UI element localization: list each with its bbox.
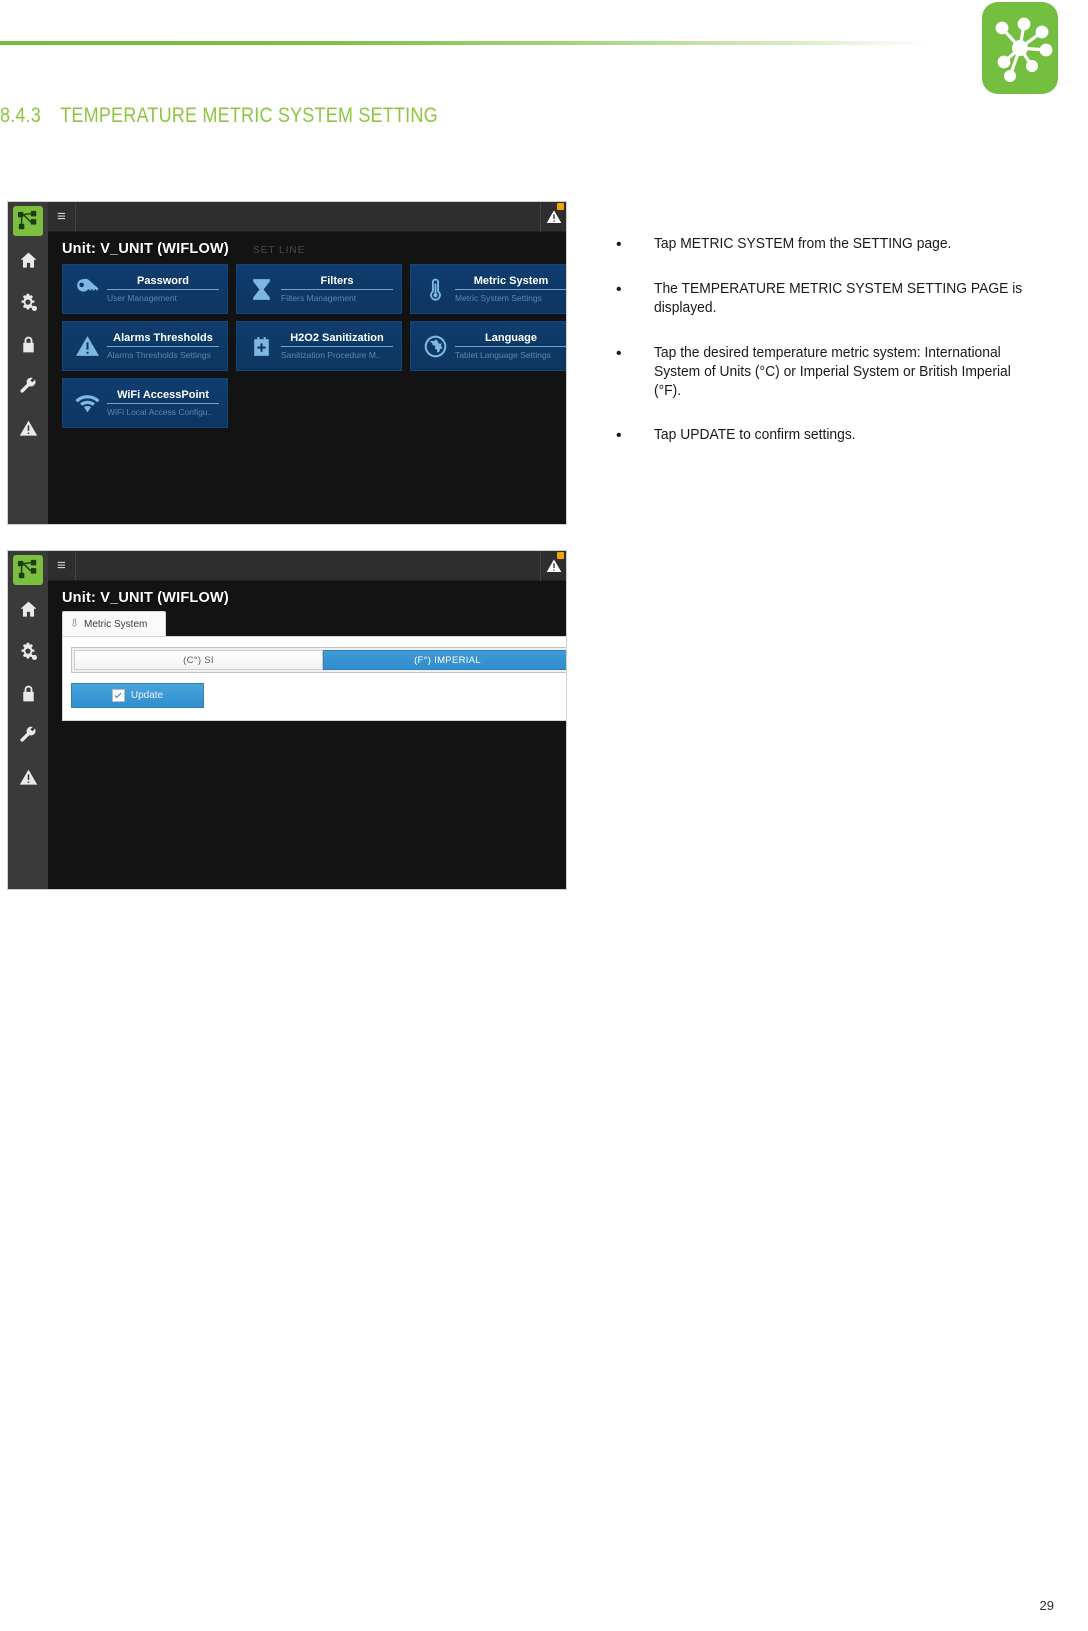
tile-subtitle: Filters Management [281,293,357,303]
tile-password[interactable]: Password User Management [62,264,228,314]
section-number: 8.4.3 [0,104,42,127]
instruction-list: • Tap METRIC SYSTEM from the SETTING pag… [616,235,1056,471]
tile-title: WiFi AccessPoint [107,389,219,404]
screenshot-setting-page: ≡ Unit: V_UNIT (WIFLOW) SET LINE Passwor… [8,202,566,524]
alarm-badge [557,551,564,559]
tile-title: Password [107,275,219,290]
alarm-status-icon[interactable] [540,202,566,232]
tablet-topbar: ≡ [48,202,566,232]
section-title: TEMPERATURE METRIC SYSTEM SETTING [60,104,438,127]
tile-subtitle: Alarms Thresholds Settings [107,350,211,360]
list-item: • The TEMPERATURE METRIC SYSTEM SETTING … [616,280,1056,319]
tile-title: Alarms Thresholds [107,332,219,347]
unit-title: Unit: V_UNIT (WIFLOW) [62,241,229,257]
wrench-icon[interactable] [14,721,42,749]
instruction-text: Tap the desired temperature metric syste… [654,344,1011,400]
screenshot-metric-system-page: ≡ Unit: V_UNIT (WIFLOW) Metric System (C… [8,551,566,889]
tile-subtitle: Tablet Language Settings [455,350,551,360]
tile-h2o2-sanitization[interactable]: H2O2 Sanitization Sanitization Procedure… [236,321,402,371]
instruction-text: Tap UPDATE to confirm settings. [654,427,856,444]
tab-label: Metric System [84,618,148,630]
metric-system-selector: (C°) SI (F°) IMPERIAL [71,647,566,673]
option-imperial-fahrenheit[interactable]: (F°) IMPERIAL [323,650,566,670]
header-rule [0,41,930,45]
tile-language[interactable]: Language Tablet Language Settings [410,321,566,371]
gears-icon[interactable] [14,637,42,665]
tile-metric-system[interactable]: Metric System Metric System Settings [410,264,566,314]
update-row: Update [71,683,566,708]
tab-metric-system[interactable]: Metric System [62,611,166,636]
warning-triangle-icon [67,334,107,359]
list-item: • Tap METRIC SYSTEM from the SETTING pag… [616,235,1056,255]
bullet-dot: • [616,427,622,445]
section-heading: 8.4.3 TEMPERATURE METRIC SYSTEM SETTING [0,104,602,128]
lock-icon[interactable] [14,679,42,707]
key-icon [67,277,107,302]
option-si-celsius[interactable]: (C°) SI [74,650,323,670]
gears-icon[interactable] [14,288,42,316]
checkmark-icon [111,689,125,702]
hamburger-menu-icon[interactable]: ≡ [48,202,76,231]
settings-tile-grid: Password User Management Filters Filters… [62,264,566,428]
page-number: 29 [1039,1598,1054,1613]
tile-title: Metric System [455,275,566,290]
tile-subtitle: WiFi Local Access Configu.. [107,407,213,417]
bullet-dot: • [616,236,622,253]
thermometer-icon [70,616,79,632]
hamburger-menu-icon[interactable]: ≡ [48,551,76,580]
home-icon[interactable] [14,595,42,623]
network-nodes-icon [13,206,43,236]
update-button[interactable]: Update [71,683,204,708]
tile-filters[interactable]: Filters Filters Management [236,264,402,314]
alarm-status-icon[interactable] [540,551,566,581]
wifi-icon [67,391,107,416]
tile-wifi-accesspoint[interactable]: WiFi AccessPoint WiFi Local Access Confi… [62,378,228,428]
warning-triangle-icon[interactable] [14,414,42,442]
metric-system-panel: Metric System (C°) SI (F°) IMPERIAL Upda… [62,611,566,721]
tile-subtitle: Metric System Settings [455,293,542,303]
panel-body: (C°) SI (F°) IMPERIAL Update [62,636,566,721]
list-item: • Tap UPDATE to confirm settings. [616,426,1056,446]
list-item: • Tap the desired temperature metric sys… [616,344,1056,402]
globe-icon [415,334,455,359]
bullet-dot: • [616,344,622,362]
unit-subtitle: SET LINE [253,245,306,256]
alarm-badge [557,202,564,210]
lock-icon[interactable] [14,330,42,358]
tab-strip: Metric System [62,611,566,636]
update-button-label: Update [130,690,164,701]
wrench-icon[interactable] [14,372,42,400]
instruction-text: Tap METRIC SYSTEM from the SETTING page. [654,236,952,252]
tile-title: Filters [281,275,393,290]
tile-alarms-thresholds[interactable]: Alarms Thresholds Alarms Thresholds Sett… [62,321,228,371]
medical-kit-icon [241,334,281,359]
thermometer-icon [415,277,455,302]
instruction-text: The TEMPERATURE METRIC SYSTEM SETTING PA… [654,281,1023,317]
brand-logo [982,2,1058,94]
warning-triangle-icon[interactable] [14,763,42,791]
tablet-sidebar [8,202,48,524]
tile-title: Language [455,332,566,347]
unit-title: Unit: V_UNIT (WIFLOW) [62,590,229,606]
tile-subtitle: Sanitization Procedure M.. [281,350,381,360]
hourglass-icon [241,277,281,302]
tile-title: H2O2 Sanitization [281,332,393,347]
home-icon[interactable] [14,246,42,274]
network-nodes-icon [13,555,43,585]
tablet-sidebar [8,551,48,889]
bullet-dot: • [616,281,622,298]
tile-subtitle: User Management [107,293,177,303]
tablet-topbar: ≡ [48,551,566,581]
